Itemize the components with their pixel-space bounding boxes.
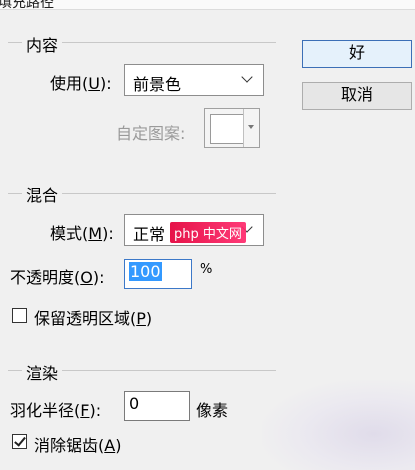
ok-button[interactable]: 好	[302, 40, 412, 68]
pattern-preview	[210, 114, 244, 144]
preserve-transparency-label[interactable]: 保留透明区域(P)	[34, 305, 152, 329]
checkmark-icon	[14, 434, 26, 447]
anti-alias-checkbox[interactable]	[12, 434, 27, 449]
feather-radius-value: 0	[129, 394, 140, 413]
chevron-down-icon	[241, 71, 253, 83]
use-select-value: 前景色	[133, 75, 182, 94]
watermark: php 中文网	[170, 222, 246, 243]
cancel-button[interactable]: 取消	[302, 82, 412, 110]
preserve-transparency-checkbox[interactable]	[12, 308, 27, 323]
custom-pattern-picker[interactable]	[204, 108, 260, 148]
feather-radius-unit: 像素	[196, 401, 229, 420]
opacity-value: 100	[129, 262, 162, 281]
content-group-legend: 内容	[22, 32, 63, 56]
use-label: 使用(U):	[50, 74, 112, 93]
anti-alias-label[interactable]: 消除锯齿(A)	[34, 432, 121, 456]
image-artifact	[262, 380, 415, 470]
custom-pattern-label: 自定图案:	[116, 124, 186, 143]
mode-select-value: 正常	[133, 225, 166, 244]
use-select[interactable]: 前景色	[124, 64, 264, 96]
feather-radius-label: 羽化半径(F):	[10, 401, 102, 420]
opacity-input[interactable]: 100	[124, 259, 192, 289]
render-group-legend: 渲染	[22, 360, 63, 384]
opacity-unit: %	[200, 262, 213, 277]
window-title: 填充路径	[0, 0, 54, 10]
blending-group-legend: 混合	[22, 182, 63, 206]
feather-radius-input[interactable]: 0	[124, 391, 190, 421]
mode-label: 模式(M):	[50, 224, 114, 243]
opacity-label: 不透明度(O):	[10, 268, 105, 287]
caret-down-icon[interactable]	[243, 109, 259, 147]
title-bar: 填充路径	[0, 0, 415, 10]
